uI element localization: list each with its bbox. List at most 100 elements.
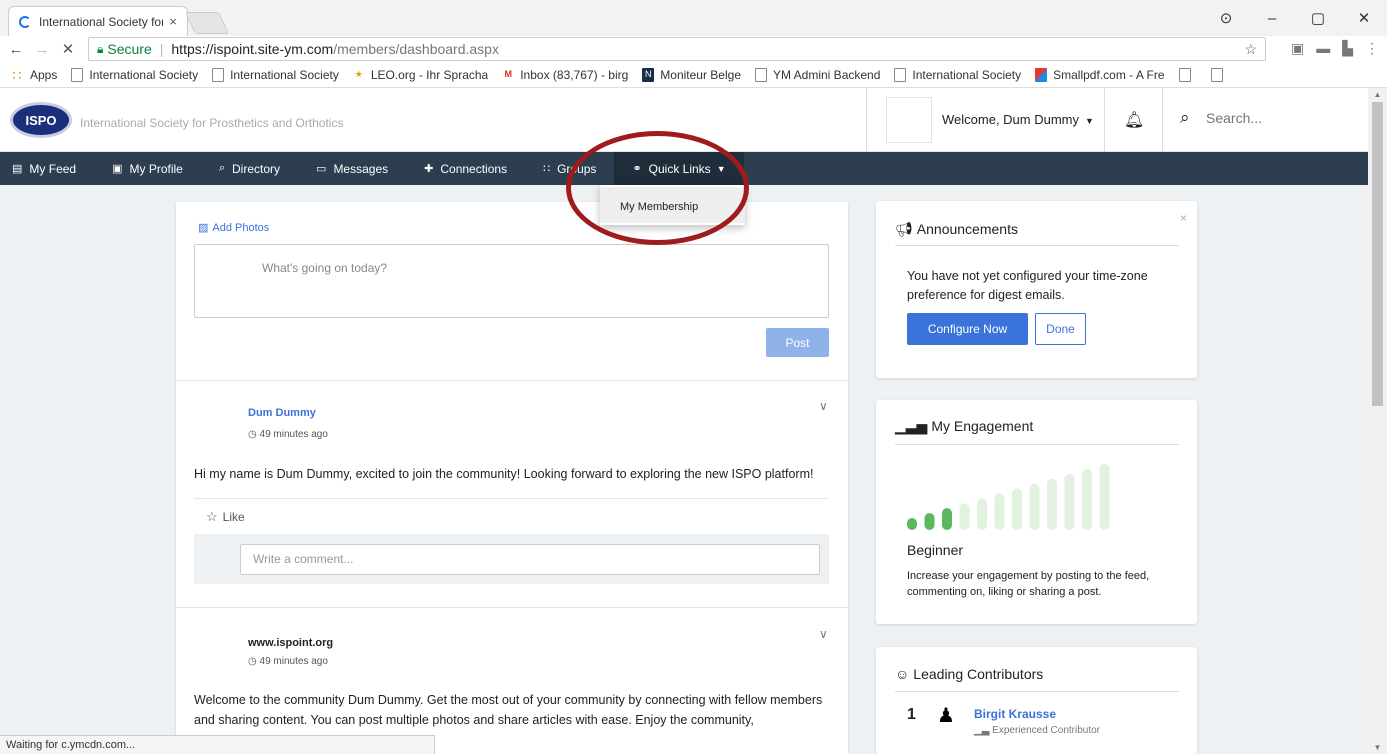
announcement-text: You have not yet configured your time-zo…	[907, 269, 1148, 302]
scroll-thumb[interactable]	[1372, 102, 1383, 406]
nav-my-feed[interactable]: ▤ My Feed	[0, 152, 94, 185]
bookmark-label: Apps	[30, 67, 58, 82]
compose-box[interactable]: What's going on today?	[194, 244, 829, 318]
bookmark-apps[interactable]: ∷ Apps	[10, 67, 58, 82]
card-title: ▁▃▅ My Engagement	[895, 418, 1033, 435]
bookmark-item[interactable]: International Society	[212, 67, 339, 82]
tab-close-icon[interactable]: ×	[169, 14, 177, 29]
like-label: Like	[222, 509, 245, 524]
site-name[interactable]: International Society for Prosthetics an…	[80, 116, 343, 130]
post-time: ◷ 49 minutes ago	[248, 656, 328, 667]
bookmark-item[interactable]: Smallpdf.com - A Fre	[1035, 67, 1165, 82]
nav-quick-links[interactable]: ⚭ Quick Links ▼	[614, 152, 744, 185]
bookmark-item[interactable]: YM Admini Backend	[755, 67, 880, 82]
search-icon[interactable]: ⌕	[1180, 108, 1190, 128]
avatar[interactable]	[886, 97, 932, 143]
browser-tab[interactable]: International Society for ×	[8, 6, 188, 36]
post-body: Hi my name is Dum Dummy, excited to join…	[194, 467, 814, 481]
extension-icon[interactable]: ▬	[1316, 40, 1330, 57]
announcements-title: Announcements	[916, 221, 1018, 237]
menu-icon[interactable]: ⋮	[1365, 40, 1379, 57]
gmail-icon: M	[504, 68, 512, 79]
back-icon[interactable]: ←	[6, 41, 26, 58]
bookmark-item[interactable]	[1210, 67, 1229, 82]
add-photos-label: Add Photos	[212, 222, 270, 234]
url-host: https://ispoint.site-ym.com	[171, 41, 334, 57]
contributor-name[interactable]: Birgit Krausse	[974, 707, 1056, 721]
engagement-bar	[942, 508, 952, 530]
engagement-bar	[1064, 473, 1075, 530]
extension-icons: ▣ ▬ ▙ ⋮	[1291, 40, 1379, 57]
search-input[interactable]	[1206, 110, 1356, 126]
post-author[interactable]: Dum Dummy	[248, 407, 316, 419]
compose-placeholder: What's going on today?	[262, 261, 388, 275]
bell-icon[interactable]: 🔔︎	[1124, 110, 1144, 130]
address-bar[interactable]: 🔒︎ Secure | https://ispoint.site-ym.com /…	[88, 37, 1266, 61]
divider	[895, 444, 1179, 445]
page-icon	[1210, 67, 1223, 82]
bookmark-label: Moniteur Belge	[660, 67, 741, 82]
scroll-up-icon[interactable]: ▲	[1368, 90, 1387, 99]
bookmark-item[interactable]: International Society	[894, 67, 1021, 82]
add-photos-link[interactable]: ▨ Add Photos	[198, 221, 269, 234]
nav-label: Directory	[232, 161, 281, 176]
menu-item-my-membership[interactable]: My Membership	[600, 187, 745, 223]
bookmark-item[interactable]: M Inbox (83,767) - birg	[502, 68, 628, 82]
chevron-down-icon[interactable]: ∨	[819, 399, 828, 413]
page-icon	[212, 67, 225, 82]
nav-groups[interactable]: ∷ Groups	[525, 152, 614, 185]
scrollbar[interactable]: ▲ ▼	[1368, 88, 1387, 754]
stop-icon[interactable]: ✕	[58, 40, 78, 58]
nav-messages[interactable]: ▭ Messages	[298, 152, 406, 185]
secure-label: Secure	[107, 41, 152, 57]
forward-icon[interactable]: →	[32, 41, 52, 58]
like-button[interactable]: ☆ Like	[194, 498, 829, 534]
post-author[interactable]: www.ispoint.org	[248, 637, 333, 649]
restore-icon[interactable]: ▢	[1295, 9, 1341, 27]
new-tab-button[interactable]	[184, 12, 230, 34]
site-header: ISPO International Society for Prostheti…	[0, 88, 1368, 152]
smallpdf-icon	[1035, 67, 1048, 82]
nav-directory[interactable]: ⌕ Directory	[201, 152, 298, 185]
ispo-logo[interactable]: ISPO	[10, 102, 72, 138]
browser-toolbar: ← → ✕ 🔒︎ Secure | https://ispoint.site-y…	[0, 36, 1387, 62]
caret-down-icon: ▼	[716, 163, 726, 174]
contributor-avatar-icon[interactable]: ♟	[931, 703, 961, 733]
extension-icon[interactable]: ▣	[1291, 40, 1304, 57]
profile-icon: ▣	[112, 163, 123, 175]
nav-connections[interactable]: ✚ Connections	[406, 152, 525, 185]
signal-icon: ▁▃	[974, 725, 993, 736]
engagement-bar	[1082, 468, 1092, 530]
close-window-icon[interactable]: ✕	[1341, 9, 1387, 27]
page-icon	[71, 67, 84, 82]
inbox-icon: ▭	[316, 163, 327, 175]
extension-icon[interactable]: ▙	[1342, 40, 1353, 57]
bookmark-label: Inbox (83,767) - birg	[520, 67, 629, 82]
bookmark-item[interactable]: International Society	[71, 67, 198, 82]
header-divider	[866, 88, 867, 152]
chevron-down-icon[interactable]: ∨	[819, 627, 828, 641]
bookmark-item[interactable]	[1178, 67, 1197, 82]
scroll-down-icon[interactable]: ▼	[1368, 743, 1387, 752]
done-button[interactable]: Done	[1035, 313, 1086, 345]
minimize-icon[interactable]: –	[1249, 10, 1295, 27]
status-bar: Waiting for c.ymcdn.com...	[0, 735, 435, 754]
bookmarks-bar: ∷ Apps International Society Internationa…	[0, 62, 1387, 88]
close-icon[interactable]: ×	[1180, 211, 1187, 225]
comment-input[interactable]: Write a comment...	[240, 544, 820, 575]
configure-now-button[interactable]: Configure Now	[907, 313, 1028, 345]
bookmark-item[interactable]: ★ LEO.org - Ihr Spracha	[353, 68, 488, 82]
clock-icon: ◷	[248, 429, 260, 440]
engagement-bar	[977, 498, 987, 530]
contributor-rank: 1	[907, 706, 916, 723]
bookmark-star-icon[interactable]: ☆	[1244, 41, 1257, 58]
browser-tabstrip: International Society for × ⊙ – ▢ ✕	[0, 0, 1387, 36]
nav-my-profile[interactable]: ▣ My Profile	[94, 152, 201, 185]
welcome-menu[interactable]: Welcome, Dum Dummy ▼	[942, 112, 1094, 127]
bookmark-item[interactable]: N Moniteur Belge	[642, 67, 741, 82]
page-icon	[1178, 67, 1191, 82]
page-icon	[755, 67, 767, 82]
post-button[interactable]: Post	[766, 328, 829, 357]
engagement-bar	[1047, 478, 1057, 530]
profile-icon[interactable]: ⊙	[1203, 9, 1249, 27]
